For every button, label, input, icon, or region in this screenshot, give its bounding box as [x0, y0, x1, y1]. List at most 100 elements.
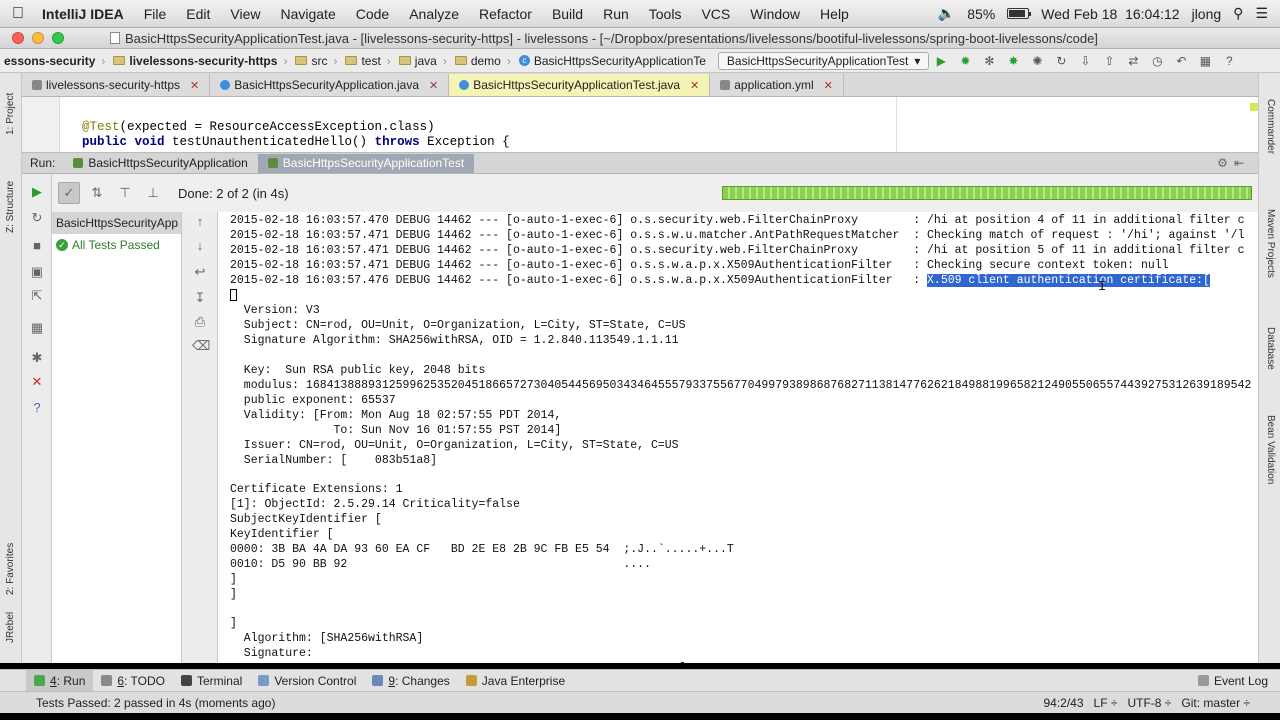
- menu-run[interactable]: Run: [593, 6, 639, 22]
- bean-validation-tool-button[interactable]: Bean Validation: [1265, 415, 1276, 484]
- tab-application-java[interactable]: BasicHttpsSecurityApplication.java ✕: [210, 74, 450, 96]
- menu-refactor[interactable]: Refactor: [469, 6, 542, 22]
- clock[interactable]: Wed Feb 18 16:04:12: [1041, 6, 1179, 22]
- caret-position[interactable]: 94:2/43: [1043, 696, 1083, 710]
- help-icon[interactable]: ?: [1221, 53, 1237, 69]
- code-editor[interactable]: @Test(expected = ResourceAccessException…: [22, 97, 1258, 153]
- stop-icon[interactable]: ■: [29, 238, 45, 254]
- close-tab-icon[interactable]: ✕: [824, 79, 833, 92]
- tool-window-terminal[interactable]: Terminal: [173, 670, 250, 692]
- zoom-window-button[interactable]: [52, 32, 64, 44]
- project-tool-button[interactable]: 1: Project: [5, 93, 16, 135]
- run-configuration-dropdown[interactable]: BasicHttpsSecurityApplicationTest ▾: [717, 51, 930, 70]
- spotlight-search-icon[interactable]: ⚲: [1233, 5, 1243, 22]
- gear-icon[interactable]: ⚙: [1217, 156, 1234, 170]
- print-icon[interactable]: ⎙: [192, 314, 208, 330]
- notification-list-icon[interactable]: ☰: [1255, 5, 1268, 22]
- tool-window-event-log[interactable]: Event Log: [1190, 670, 1280, 692]
- pin-icon[interactable]: ✱: [29, 350, 45, 366]
- revert-icon[interactable]: ↶: [1173, 53, 1189, 69]
- menu-help[interactable]: Help: [810, 6, 859, 22]
- menu-edit[interactable]: Edit: [176, 6, 220, 22]
- git-branch[interactable]: Git: master ÷: [1181, 696, 1250, 710]
- run-tab-application-test[interactable]: BasicHttpsSecurityApplicationTest: [257, 153, 475, 173]
- line-separator[interactable]: LF ÷: [1094, 696, 1118, 710]
- trash-icon[interactable]: ⌫: [192, 338, 210, 354]
- toggle-auto-test-icon[interactable]: ▣: [29, 264, 45, 280]
- breadcrumb-java[interactable]: java ›: [395, 54, 451, 68]
- favorites-tool-button[interactable]: 2: Favorites: [5, 543, 16, 595]
- sort-alphabetically-icon[interactable]: ⇅: [86, 182, 108, 204]
- code-line[interactable]: public void testUnauthenticatedHello() t…: [82, 135, 510, 149]
- arrow-up-icon[interactable]: ↑: [192, 214, 208, 230]
- tool-window-run[interactable]: 4: Run: [26, 669, 94, 692]
- tool-window-todo[interactable]: 6: TODO: [93, 670, 173, 692]
- file-encoding[interactable]: UTF-8 ÷: [1127, 696, 1171, 710]
- tool-window-java-enterprise[interactable]: Java Enterprise: [458, 670, 573, 692]
- breadcrumb-module[interactable]: livelessons-security-https ›: [109, 54, 291, 68]
- close-tab-icon[interactable]: ✕: [690, 79, 699, 92]
- tab-application-yml[interactable]: application.yml ✕: [710, 74, 844, 96]
- breadcrumb-test[interactable]: test ›: [341, 54, 394, 68]
- tree-item-test-class[interactable]: BasicHttpsSecurityApp: [52, 212, 181, 234]
- commander-tool-button[interactable]: Commander: [1265, 99, 1276, 154]
- tool-window-version-control[interactable]: Version Control: [250, 670, 364, 692]
- rerun-icon[interactable]: ▶: [29, 184, 45, 200]
- console-output[interactable]: 2015-02-18 16:03:57.470 DEBUG 14462 --- …: [218, 212, 1258, 663]
- run-tab-application[interactable]: BasicHttpsSecurityApplication: [63, 154, 257, 173]
- apple-icon[interactable]: : [0, 5, 36, 23]
- sdk-icon[interactable]: ▦: [1197, 53, 1213, 69]
- menu-build[interactable]: Build: [542, 6, 593, 22]
- layout-icon[interactable]: ▦: [29, 320, 45, 336]
- attach-icon[interactable]: ✺: [1029, 53, 1045, 69]
- structure-tool-button[interactable]: Z: Structure: [5, 181, 16, 233]
- menu-analyze[interactable]: Analyze: [399, 6, 469, 22]
- close-window-button[interactable]: [12, 32, 24, 44]
- tool-window-changes[interactable]: 9: Changes: [364, 670, 457, 692]
- menu-tools[interactable]: Tools: [639, 6, 692, 22]
- close-tab-icon[interactable]: ✕: [190, 79, 199, 92]
- jrebel-tool-button[interactable]: JRebel: [5, 612, 16, 643]
- coverage-icon[interactable]: ✻: [981, 53, 997, 69]
- menu-app-name[interactable]: IntelliJ IDEA: [36, 6, 134, 22]
- menu-code[interactable]: Code: [346, 6, 399, 22]
- maven-projects-tool-button[interactable]: Maven Projects: [1265, 209, 1276, 278]
- collapse-all-icon[interactable]: ⊥: [142, 182, 164, 204]
- vcs-compare-icon[interactable]: ⇄: [1125, 53, 1141, 69]
- tab-application-test-java[interactable]: BasicHttpsSecurityApplicationTest.java ✕: [449, 74, 711, 96]
- battery-percent[interactable]: 85%: [967, 6, 995, 22]
- arrow-down-icon[interactable]: ↓: [192, 238, 208, 254]
- rerun-failed-icon[interactable]: ↻: [29, 210, 45, 226]
- menu-view[interactable]: View: [220, 6, 270, 22]
- hide-panel-icon[interactable]: ⇤: [1234, 156, 1250, 170]
- menu-navigate[interactable]: Navigate: [270, 6, 345, 22]
- database-tool-button[interactable]: Database: [1265, 327, 1276, 370]
- sync-icon[interactable]: ↻: [1053, 53, 1069, 69]
- breadcrumb-class[interactable]: c BasicHttpsSecurityApplicationTe: [515, 54, 710, 68]
- code-line[interactable]: @Test(expected = ResourceAccessException…: [82, 120, 435, 134]
- menu-vcs[interactable]: VCS: [691, 6, 740, 22]
- run-icon[interactable]: ▶: [933, 53, 949, 69]
- editor-gutter[interactable]: [22, 97, 60, 152]
- help-icon[interactable]: ?: [29, 400, 45, 416]
- close-tab-icon[interactable]: ✕: [429, 79, 438, 92]
- volume-icon[interactable]: 🔈: [938, 5, 955, 22]
- tab-module[interactable]: livelessons-security-https ✕: [22, 74, 211, 96]
- hide-passed-icon[interactable]: ✓: [58, 182, 80, 204]
- battery-icon[interactable]: [1007, 8, 1032, 19]
- close-icon[interactable]: ✕: [29, 374, 45, 390]
- vcs-commit-icon[interactable]: ⇧: [1101, 53, 1117, 69]
- debug-icon[interactable]: ✹: [957, 53, 973, 69]
- scroll-to-end-icon[interactable]: ↧: [192, 290, 208, 306]
- breadcrumb-demo[interactable]: demo ›: [451, 54, 515, 68]
- inspection-status-icon[interactable]: [1250, 103, 1258, 111]
- breadcrumb-src[interactable]: src ›: [291, 54, 341, 68]
- vcs-history-icon[interactable]: ◷: [1149, 53, 1165, 69]
- profile-icon[interactable]: ✸: [1005, 53, 1021, 69]
- soft-wrap-icon[interactable]: ↩: [192, 264, 208, 280]
- user-name[interactable]: jlong: [1192, 6, 1222, 22]
- minimize-window-button[interactable]: [32, 32, 44, 44]
- menu-window[interactable]: Window: [740, 6, 810, 22]
- tree-item-all-passed[interactable]: ✓ All Tests Passed: [52, 234, 181, 256]
- selected-text[interactable]: X.509 client authentication certificate:…: [927, 273, 1210, 287]
